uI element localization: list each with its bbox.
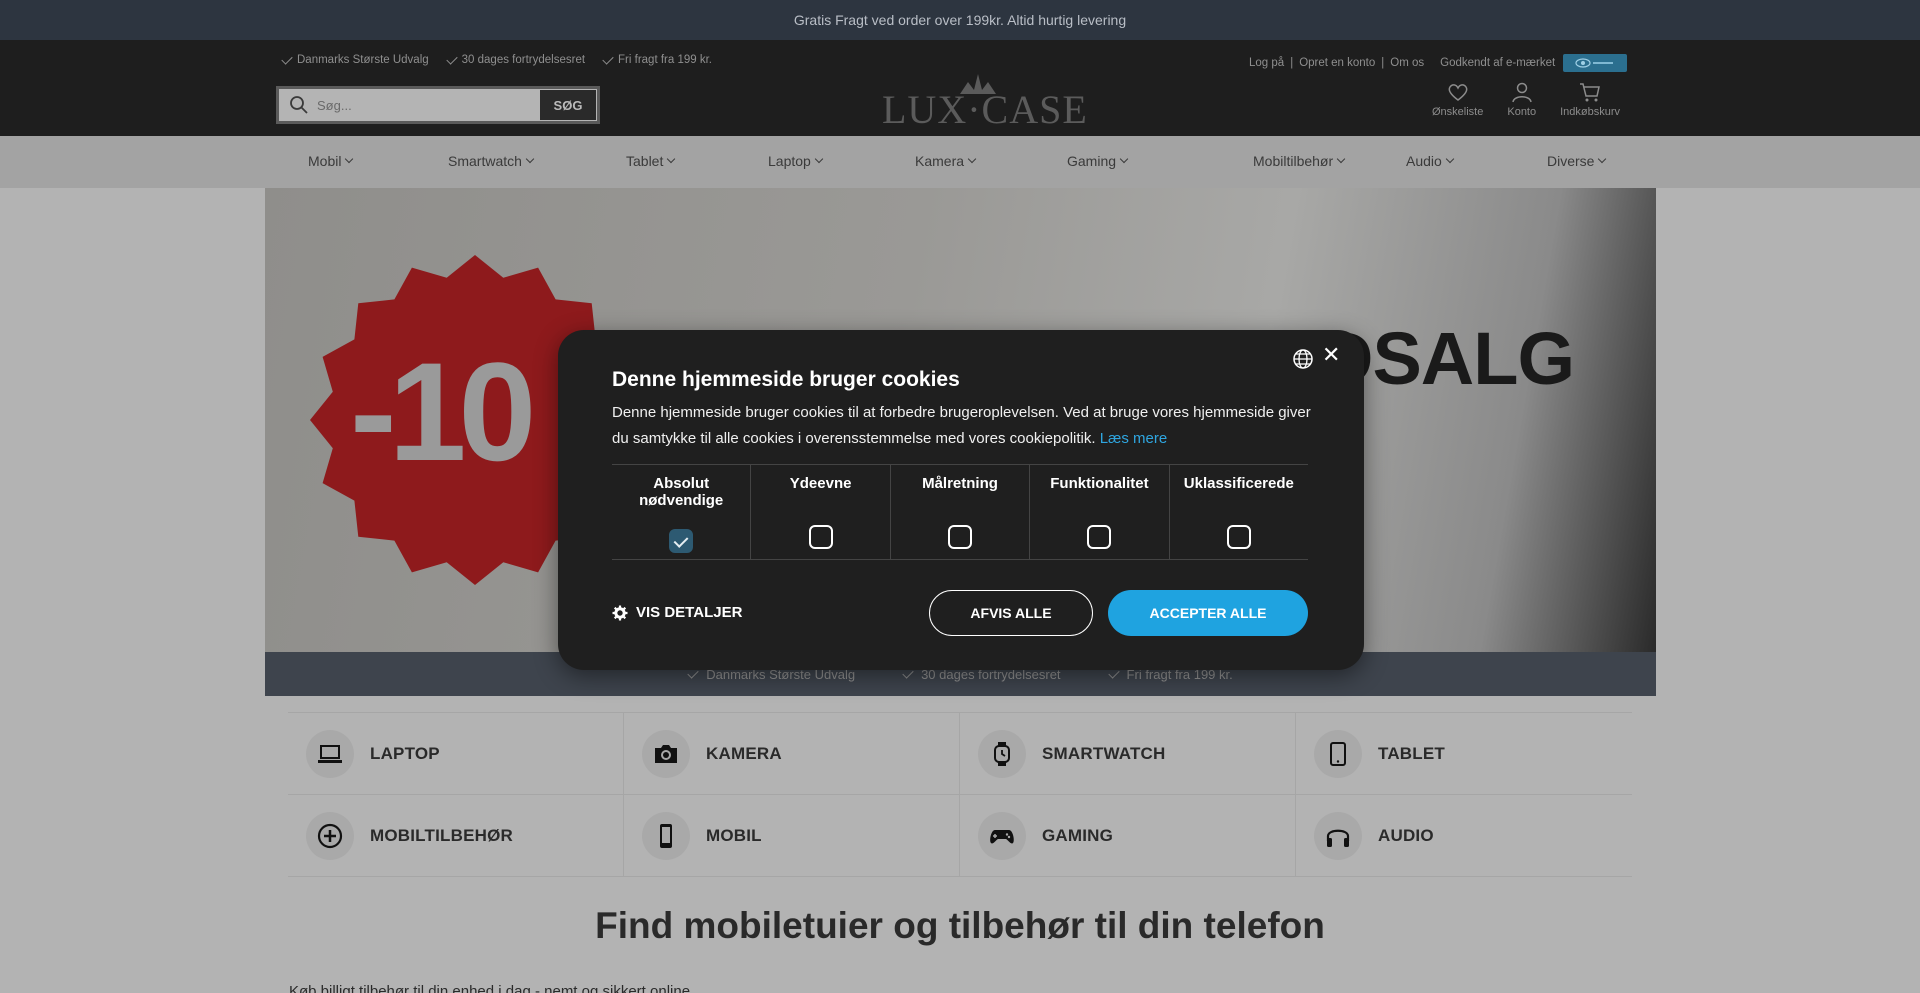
usp-item: 30 dages fortrydelsesret (445, 52, 585, 66)
intro-text: Køb billigt tilbehør til din enhed i dag… (289, 983, 695, 993)
search-icon (290, 96, 308, 114)
cookie-category-targeting: Målretning (891, 465, 1031, 559)
nav-item-laptop[interactable]: Laptop (768, 153, 824, 169)
chevron-down-icon (667, 154, 676, 164)
nav-item-mobiltilbehor[interactable]: Mobiltilbehør (1253, 153, 1346, 169)
cookie-title: Denne hjemmeside bruger cookies (612, 368, 960, 391)
headphones-icon (1326, 829, 1350, 847)
about-link[interactable]: Om os (1390, 57, 1424, 69)
category-mobil[interactable]: MOBIL (624, 795, 960, 876)
search-input[interactable] (317, 97, 540, 113)
performance-checkbox[interactable] (808, 525, 833, 549)
category-grid: LAPTOP KAMERA SMARTWATCH TABLET MOBILTIL… (288, 712, 1632, 877)
chevron-down-icon (525, 154, 535, 164)
tablet-icon (1330, 741, 1346, 766)
header-usps: Danmarks Største Udvalg 30 dages fortryd… (281, 52, 712, 66)
check-icon (602, 52, 614, 65)
category-smartwatch[interactable]: SMARTWATCH (960, 713, 1296, 794)
site-logo[interactable]: LUX·CASE (882, 72, 1088, 132)
separator: | (1381, 57, 1385, 69)
logo-text: LUX·CASE (882, 87, 1088, 132)
chevron-down-icon (345, 154, 354, 164)
globe-icon[interactable] (1292, 348, 1314, 370)
category-row: MOBILTILBEHØR MOBIL GAMING AUDIO (288, 795, 1632, 877)
eye-icon (1575, 58, 1614, 68)
cart-button[interactable]: Indkøbskurv (1560, 80, 1620, 118)
camera-icon (655, 744, 677, 763)
chevron-down-icon (967, 154, 977, 164)
check-icon (281, 52, 293, 65)
chevron-down-icon (1336, 154, 1346, 164)
nav-item-tablet[interactable]: Tablet (626, 153, 676, 169)
chevron-down-icon (814, 154, 824, 164)
emark-link[interactable]: Godkendt af e-mærket (1440, 57, 1555, 69)
show-details-button[interactable]: VIS DETALJER (612, 604, 742, 621)
cookie-category-unclassified: Uklassificerede (1170, 465, 1308, 559)
nav-item-mobil[interactable]: Mobil (308, 153, 354, 169)
hero-badge-text: -10 (350, 333, 531, 490)
cookie-consent-dialog: ✕ Denne hjemmeside bruger cookies Denne … (558, 330, 1364, 670)
phone-icon (660, 823, 672, 848)
usp-item: Fri fragt fra 199 kr. (602, 52, 712, 66)
gamepad-icon (990, 829, 1014, 843)
cookie-category-performance: Ydeevne (751, 465, 891, 559)
category-tablet[interactable]: TABLET (1296, 713, 1632, 794)
functionality-checkbox[interactable] (1087, 525, 1112, 549)
smartwatch-icon (994, 741, 1010, 766)
cookie-category-functionality: Funktionalitet (1030, 465, 1170, 559)
necessary-checkbox[interactable] (669, 529, 694, 553)
account-button[interactable]: Konto (1507, 80, 1536, 118)
laptop-icon (318, 744, 342, 763)
heart-icon (1448, 84, 1468, 101)
account-links: Log på | Opret en konto | Om os Godkendt… (1249, 54, 1628, 72)
page-title: Find mobiletuier og tilbehør til din tel… (595, 905, 1325, 946)
announcement-text: Gratis Fragt ved order over 199kr. Altid… (793, 12, 1127, 28)
emark-badge-icon[interactable] (1563, 54, 1628, 72)
unclassified-checkbox[interactable] (1226, 525, 1251, 549)
cookie-category-necessary: Absolut nødvendige (612, 465, 752, 559)
accept-all-button[interactable]: ACCEPTER ALLE (1108, 590, 1308, 636)
header-icons: Ønskeliste Konto Indkøbskurv (1432, 80, 1620, 118)
category-kamera[interactable]: KAMERA (624, 713, 960, 794)
cookie-body: Denne hjemmeside bruger cookies til at f… (612, 404, 1311, 447)
read-more-link[interactable]: Læs mere (1100, 430, 1168, 447)
category-row: LAPTOP KAMERA SMARTWATCH TABLET (288, 713, 1632, 795)
top-announcement-bar: Gratis Fragt ved order over 199kr. Altid… (0, 0, 1920, 40)
register-link[interactable]: Opret en konto (1299, 57, 1375, 69)
check-icon (445, 52, 458, 65)
separator: | (1290, 57, 1294, 69)
nav-item-gaming[interactable]: Gaming (1067, 153, 1129, 169)
nav-item-smartwatch[interactable]: Smartwatch (448, 153, 535, 169)
category-gaming[interactable]: GAMING (960, 795, 1296, 876)
nav-item-kamera[interactable]: Kamera (915, 153, 977, 169)
wishlist-button[interactable]: Ønskeliste (1432, 80, 1483, 118)
targeting-checkbox[interactable] (948, 525, 973, 549)
usp-item: Danmarks Største Udvalg (281, 52, 429, 66)
login-link[interactable]: Log på (1249, 57, 1284, 69)
chevron-down-icon (1598, 154, 1607, 164)
search-button[interactable]: SØG (540, 90, 596, 120)
cookie-category-table: Absolut nødvendige Ydeevne Målretning Fu… (612, 464, 1308, 560)
chevron-down-icon (1445, 154, 1455, 164)
gear-icon (612, 605, 628, 620)
chevron-down-icon (1119, 154, 1129, 164)
cart-icon (1580, 83, 1600, 102)
nav-item-audio[interactable]: Audio (1406, 153, 1455, 169)
search-bar: SØG (276, 86, 600, 124)
category-mobiltilbehor[interactable]: MOBILTILBEHØR (288, 795, 624, 876)
reject-all-button[interactable]: AFVIS ALLE (929, 590, 1093, 636)
category-laptop[interactable]: LAPTOP (288, 713, 624, 794)
site-header: Danmarks Største Udvalg 30 dages fortryd… (0, 40, 1920, 136)
nav-item-diverse[interactable]: Diverse (1547, 153, 1607, 169)
plus-circle-icon (317, 823, 343, 848)
category-audio[interactable]: AUDIO (1296, 795, 1632, 876)
close-icon[interactable]: ✕ (1322, 344, 1340, 366)
user-icon (1511, 82, 1532, 103)
main-navigation: Mobil Smartwatch Tablet Laptop Kamera Ga… (0, 136, 1920, 188)
